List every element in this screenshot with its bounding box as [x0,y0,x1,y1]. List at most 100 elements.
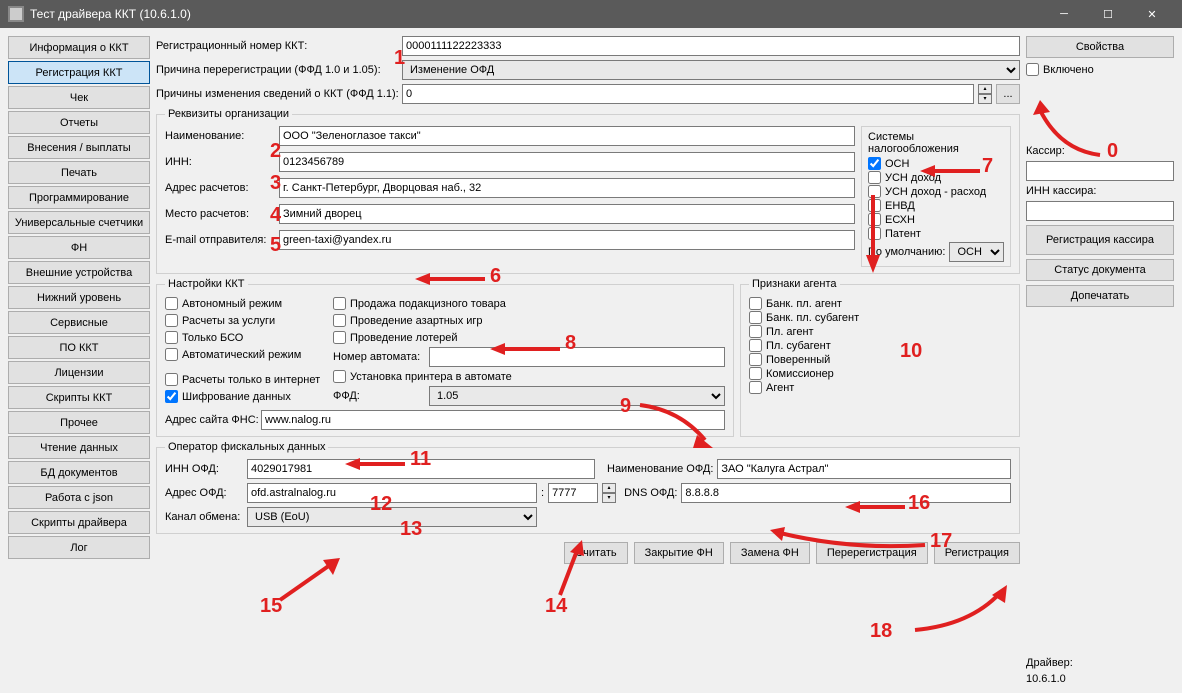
ofd-channel-select[interactable]: USB (EoU) [247,507,537,527]
rereg-reason-select[interactable]: Изменение ОФД [402,60,1020,80]
org-fieldset: Реквизиты организации Наименование: ИНН:… [156,108,1020,274]
sidebar-item-registration[interactable]: Регистрация ККТ [8,61,150,84]
rereg-reason-label: Причина перерегистрации (ФФД 1.0 и 1.05)… [156,64,398,76]
ofd-port-input[interactable] [548,483,598,503]
tax-osn-checkbox[interactable] [868,157,881,170]
commissioner-checkbox[interactable] [749,367,762,380]
tax-usn-income-checkbox[interactable] [868,171,881,184]
doc-status-button[interactable]: Статус документа [1026,259,1174,281]
printer-checkbox[interactable] [333,370,346,383]
tax-usn-expense-label: УСН доход - расход [885,186,986,198]
sidebar-item-lowlevel[interactable]: Нижний уровень [8,286,150,309]
encryption-checkbox[interactable] [165,390,178,403]
attorney-checkbox[interactable] [749,353,762,366]
sidebar-item-json[interactable]: Работа с json [8,486,150,509]
tax-default-select[interactable]: ОСН [949,242,1004,262]
pay-agent-checkbox[interactable] [749,325,762,338]
ffd-select[interactable]: 1.05 [429,386,725,406]
change-reasons-spinner[interactable]: ▴▾ [978,84,992,104]
reg-cashier-button[interactable]: Регистрация кассира [1026,225,1174,255]
ofd-addr-label: Адрес ОФД: [165,487,243,499]
cashier-inn-input[interactable] [1026,201,1174,221]
sidebar-item-fn[interactable]: ФН [8,236,150,259]
sidebar-item-driver-scripts[interactable]: Скрипты драйвера [8,511,150,534]
enabled-checkbox[interactable] [1026,63,1039,76]
tax-eshn-checkbox[interactable] [868,213,881,226]
org-email-input[interactable] [279,230,855,250]
sidebar-item-deposits[interactable]: Внесения / выплаты [8,136,150,159]
sidebar-item-read-data[interactable]: Чтение данных [8,436,150,459]
sidebar-item-external[interactable]: Внешние устройства [8,261,150,284]
automode-checkbox[interactable] [165,348,178,361]
sidebar-item-service[interactable]: Сервисные [8,311,150,334]
main-panel: Регистрационный номер ККТ: Причина перер… [156,36,1020,685]
close-button[interactable]: ✕ [1130,0,1174,28]
maximize-button[interactable]: ☐ [1086,0,1130,28]
reg-number-input[interactable] [402,36,1020,56]
driver-label: Драйвер: [1026,657,1174,669]
sidebar-item-receipt[interactable]: Чек [8,86,150,109]
fns-label: Адрес сайта ФНС: [165,414,257,426]
app-icon [8,6,24,22]
sidebar-item-docs-db[interactable]: БД документов [8,461,150,484]
reg-number-label: Регистрационный номер ККТ: [156,40,398,52]
ofd-inn-input[interactable] [247,459,595,479]
agent-checkbox[interactable] [749,381,762,394]
sidebar-item-programming[interactable]: Программирование [8,186,150,209]
cashier-input[interactable] [1026,161,1174,181]
tax-patent-checkbox[interactable] [868,227,881,240]
org-name-input[interactable] [279,126,855,146]
excise-checkbox[interactable] [333,297,346,310]
ofd-port-spinner[interactable]: ▴▾ [602,483,616,503]
bank-subagent-checkbox[interactable] [749,311,762,324]
org-calc-place-input[interactable] [279,204,855,224]
rereg-button[interactable]: Перерегистрация [816,542,928,564]
org-email-label: E-mail отправителя: [165,234,273,246]
sidebar-item-info[interactable]: Информация о ККТ [8,36,150,59]
sidebar-item-counters[interactable]: Универсальные счетчики [8,211,150,234]
org-inn-input[interactable] [279,152,855,172]
gambling-checkbox[interactable] [333,314,346,327]
cashier-inn-label: ИНН кассира: [1026,185,1174,197]
sidebar-item-log[interactable]: Лог [8,536,150,559]
print-more-button[interactable]: Допечатать [1026,285,1174,307]
kkt-settings-legend: Настройки ККТ [165,278,248,290]
close-fn-button[interactable]: Закрытие ФН [634,542,724,564]
minimize-button[interactable]: ─ [1042,0,1086,28]
agent-fieldset: Признаки агента Банк. пл. агент Банк. пл… [740,278,1020,437]
ofd-name-input[interactable] [717,459,1011,479]
change-reasons-browse[interactable]: ... [996,84,1020,104]
tax-box: Системы налогообложения ОСН УСН доход УС… [861,126,1011,267]
internet-checkbox[interactable] [165,373,178,386]
sidebar-item-licenses[interactable]: Лицензии [8,361,150,384]
bank-agent-checkbox[interactable] [749,297,762,310]
sidebar-item-print[interactable]: Печать [8,161,150,184]
reg-button[interactable]: Регистрация [934,542,1020,564]
pay-subagent-checkbox[interactable] [749,339,762,352]
ofd-addr-input[interactable] [247,483,537,503]
tax-legend: Системы налогообложения [868,131,1004,155]
tax-envd-checkbox[interactable] [868,199,881,212]
sidebar-item-firmware[interactable]: ПО ККТ [8,336,150,359]
kkt-settings-fieldset: Настройки ККТ Автономный режим Расчеты з… [156,278,734,437]
ofd-dns-input[interactable] [681,483,1011,503]
org-calc-addr-input[interactable] [279,178,855,198]
auto-number-input[interactable] [429,347,725,367]
cashier-label: Кассир: [1026,145,1174,157]
bso-checkbox[interactable] [165,331,178,344]
sidebar-item-other[interactable]: Прочее [8,411,150,434]
fns-input[interactable] [261,410,725,430]
replace-fn-button[interactable]: Замена ФН [730,542,810,564]
auto-number-label: Номер автомата: [333,351,425,363]
sidebar-item-kkt-scripts[interactable]: Скрипты ККТ [8,386,150,409]
properties-button[interactable]: Свойства [1026,36,1174,58]
read-button[interactable]: Считать [564,542,627,564]
org-calc-addr-label: Адрес расчетов: [165,182,273,194]
sidebar: Информация о ККТ Регистрация ККТ Чек Отч… [8,36,150,685]
tax-usn-expense-checkbox[interactable] [868,185,881,198]
change-reasons-input[interactable] [402,84,974,104]
lottery-checkbox[interactable] [333,331,346,344]
autonomous-checkbox[interactable] [165,297,178,310]
sidebar-item-reports[interactable]: Отчеты [8,111,150,134]
services-checkbox[interactable] [165,314,178,327]
